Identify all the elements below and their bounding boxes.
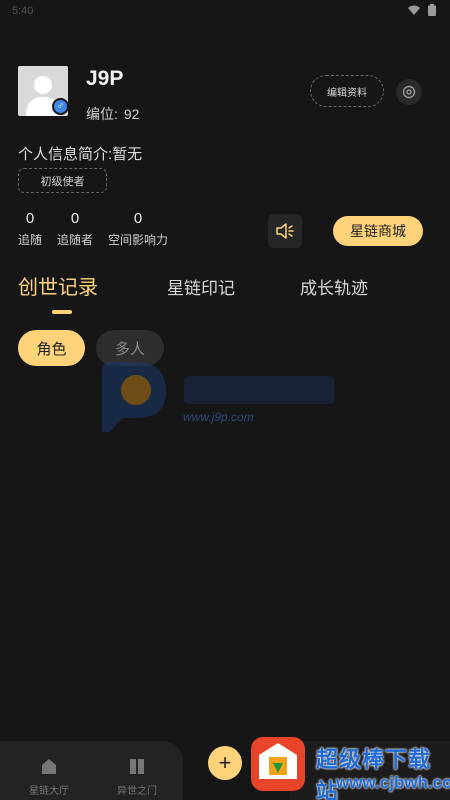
status-bar: 5:40 (0, 0, 450, 24)
download-site-logo (251, 737, 305, 791)
watermark-domain: www.j9p.com (183, 410, 254, 424)
j9p-watermark-logo (102, 362, 334, 432)
download-site-url: www.cjbwh.com (336, 773, 450, 792)
nav-star-chain-hall[interactable]: 星链大厅 (19, 757, 79, 797)
profile-bio: 个人信息简介:暂无 (18, 146, 143, 163)
stat-influence[interactable]: 0 空间影响力 (108, 210, 168, 248)
rank-badge: 初级使者 (18, 168, 107, 193)
stat-label: 追随 (18, 233, 43, 247)
tab-creation-records[interactable]: 创世记录 (18, 271, 98, 300)
stat-following[interactable]: 0 追随 (18, 210, 42, 248)
stat-value: 0 (70, 210, 80, 227)
nav-otherworld-gate[interactable]: 异世之门 (107, 757, 167, 797)
battery-icon (428, 4, 436, 18)
settings-icon (402, 85, 416, 99)
plus-icon: + (218, 750, 232, 775)
home-icon (42, 759, 56, 774)
stat-value: 0 (25, 210, 35, 227)
wifi-icon (408, 5, 420, 17)
filter-role-chip[interactable]: 角色 (18, 330, 85, 366)
star-chain-shop-button[interactable]: 星链商城 (333, 216, 423, 246)
nav-label: 异世之门 (117, 786, 157, 797)
stat-label: 追随者 (57, 233, 94, 247)
user-id-value: 92 (123, 106, 140, 122)
user-id: 编位: 92 (86, 104, 139, 124)
active-tab-indicator (52, 310, 72, 314)
edit-profile-button[interactable]: 编辑资料 (310, 75, 384, 107)
nav-label: 星链大厅 (29, 786, 69, 797)
username: J9P (86, 67, 124, 90)
stat-label: 空间影响力 (108, 233, 169, 247)
settings-button[interactable] (396, 79, 422, 105)
sound-button[interactable] (268, 214, 302, 248)
status-icons (408, 4, 436, 18)
stat-followers[interactable]: 0 追随者 (57, 210, 93, 248)
tab-growth-track[interactable]: 成长轨迹 (300, 274, 368, 299)
status-time: 5:40 (12, 5, 34, 17)
gate-icon (130, 759, 144, 774)
stat-value: 0 (133, 210, 143, 227)
male-gender-icon: ♂ (52, 98, 69, 115)
create-plus-button[interactable]: + (208, 746, 242, 780)
user-id-label: 编位: (86, 106, 118, 122)
speaker-icon (276, 223, 294, 239)
tab-star-chain-marks[interactable]: 星链印记 (167, 274, 235, 299)
